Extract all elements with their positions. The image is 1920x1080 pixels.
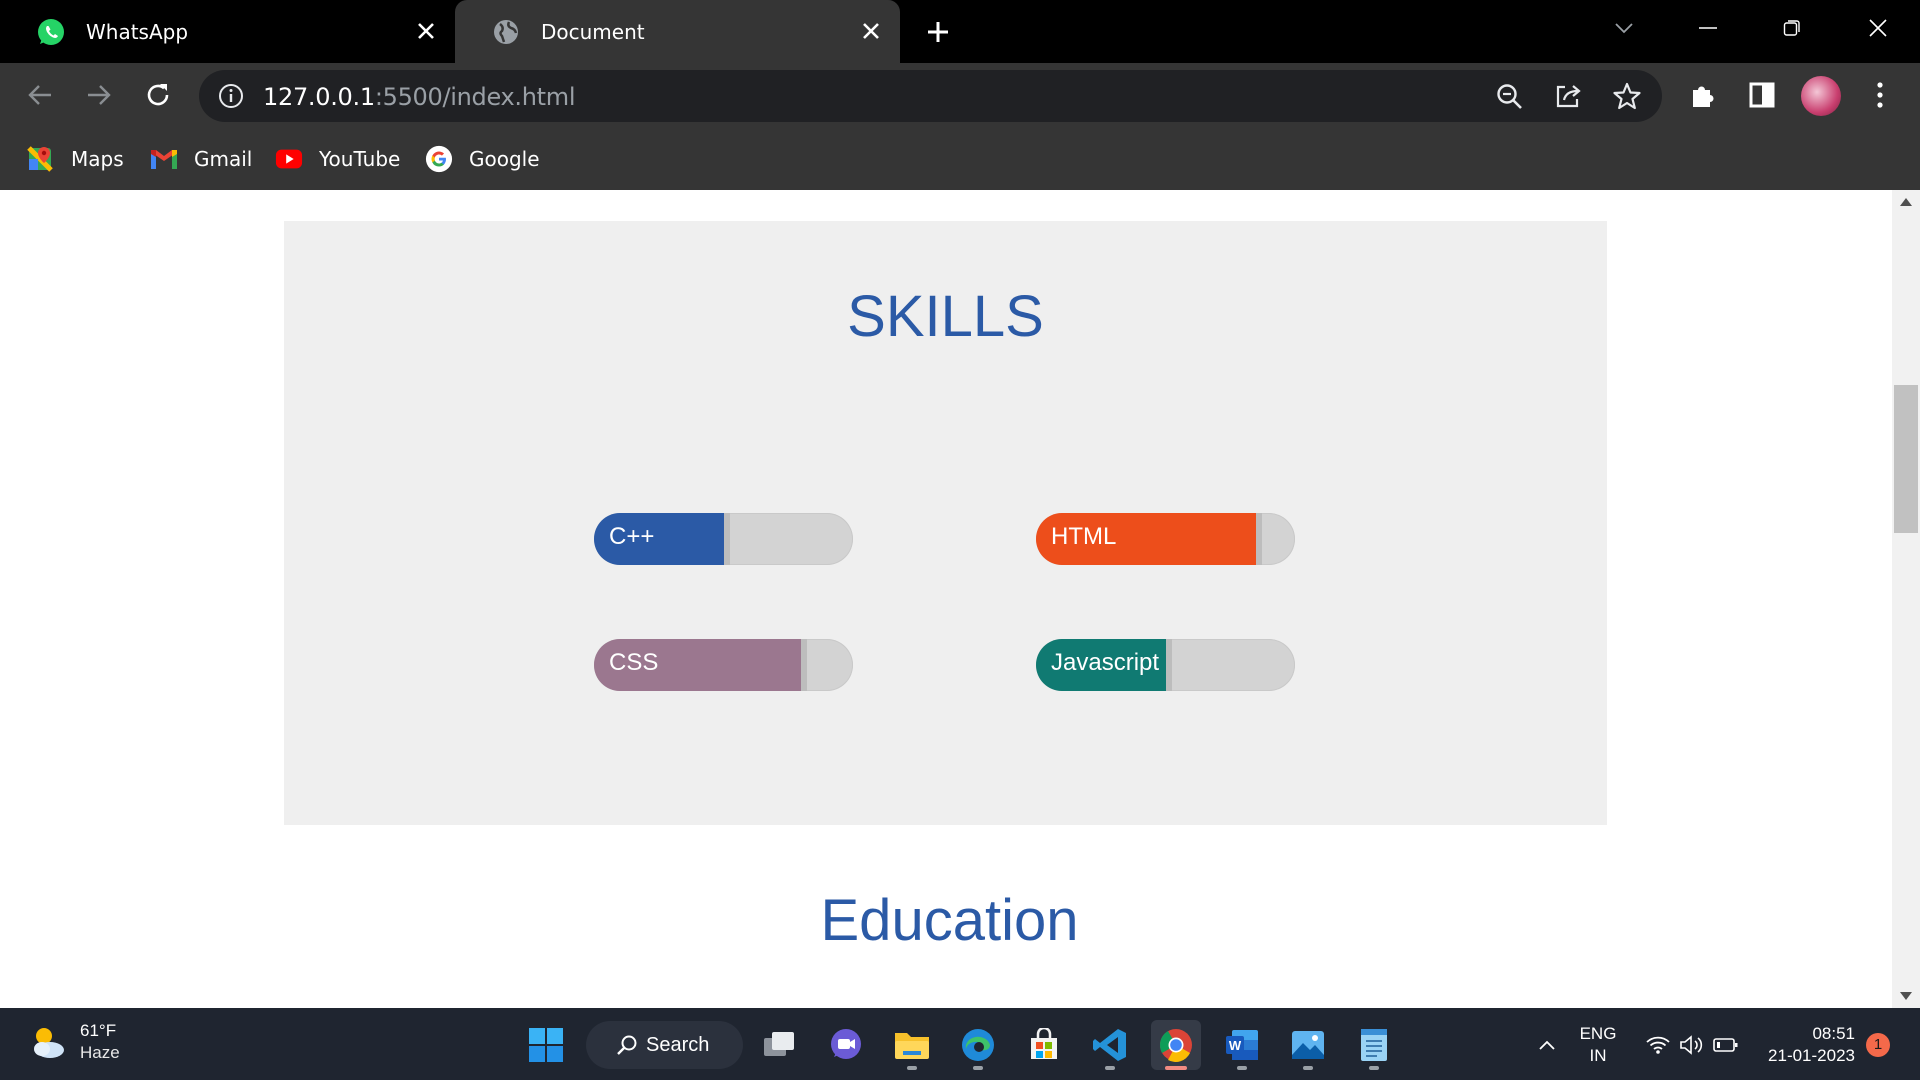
skills-section: SKILLS C++ HTML CSS Javascript: [284, 221, 1607, 825]
taskbar-search[interactable]: Search: [586, 1021, 743, 1069]
profile-avatar[interactable]: [1801, 76, 1841, 116]
url-path: :5500/index.html: [374, 83, 576, 111]
teams-chat-icon[interactable]: [821, 1020, 871, 1070]
extensions-icon[interactable]: [1683, 75, 1723, 115]
partly-cloudy-icon: [34, 1028, 64, 1058]
youtube-icon: [275, 145, 303, 173]
weather-condition: Haze: [80, 1043, 120, 1062]
zoom-icon[interactable]: [1494, 81, 1524, 111]
tab-title: WhatsApp: [86, 19, 189, 44]
page-viewport: SKILLS C++ HTML CSS Javascript Education: [0, 190, 1892, 1008]
skill-bar-javascript: Javascript: [1036, 639, 1295, 691]
globe-icon: [491, 17, 521, 47]
windows-taskbar: 61°F Haze Search W ENG IN 08:51 21-01-20…: [0, 1008, 1920, 1080]
skills-heading: SKILLS: [847, 284, 1044, 349]
bookmark-label: YouTube: [319, 147, 401, 171]
running-indicator: [1237, 1066, 1247, 1070]
running-indicator: [1369, 1066, 1379, 1070]
weather-widget[interactable]: 61°F Haze: [26, 1020, 120, 1064]
close-window-button[interactable]: [1856, 10, 1900, 46]
running-indicator: [907, 1066, 917, 1070]
skill-label: CSS: [609, 649, 659, 676]
notepad-icon[interactable]: [1349, 1020, 1399, 1070]
bookmark-google[interactable]: Google: [425, 143, 540, 175]
battery-icon[interactable]: [1708, 1020, 1744, 1070]
share-icon[interactable]: [1553, 81, 1583, 111]
search-label: Search: [646, 1033, 710, 1056]
skill-bar-cpp: C++: [594, 513, 853, 565]
address-bar[interactable]: 127.0.0.1:5500/index.html: [199, 70, 1662, 122]
chrome-icon[interactable]: [1151, 1020, 1201, 1070]
show-hidden-icons-chevron-icon[interactable]: [1523, 1020, 1571, 1070]
bookmark-gmail[interactable]: Gmail: [150, 143, 252, 175]
tab-whatsapp[interactable]: WhatsApp: [0, 0, 455, 63]
new-tab-button[interactable]: [920, 14, 956, 50]
url-text: 127.0.0.1:5500/index.html: [263, 83, 576, 111]
vscode-icon[interactable]: [1085, 1020, 1135, 1070]
bookmark-youtube[interactable]: YouTube: [275, 143, 400, 175]
browser-toolbar: 127.0.0.1:5500/index.html: [0, 63, 1920, 128]
photos-icon[interactable]: [1283, 1020, 1333, 1070]
gmail-icon: [150, 145, 178, 173]
menu-icon[interactable]: [1860, 75, 1900, 115]
skill-label: C++: [609, 523, 655, 550]
notification-badge[interactable]: 1: [1866, 1033, 1890, 1057]
skill-bar-css: CSS: [594, 639, 853, 691]
bookmarks-bar: Maps Gmail YouTube Google: [0, 128, 1920, 190]
clock-time: 08:51: [1812, 1024, 1855, 1043]
tab-document[interactable]: Document: [455, 0, 900, 63]
close-tab-icon[interactable]: [858, 18, 884, 44]
file-explorer-icon[interactable]: [887, 1020, 937, 1070]
task-view-icon[interactable]: [755, 1020, 805, 1070]
google-maps-icon: [27, 145, 55, 173]
weather-temperature: 61°F: [80, 1021, 117, 1040]
skill-label: Javascript: [1051, 649, 1160, 676]
skill-label: HTML: [1051, 523, 1117, 550]
close-tab-icon[interactable]: [413, 18, 439, 44]
language-indicator[interactable]: ENG IN: [1576, 1023, 1620, 1067]
scroll-thumb[interactable]: [1894, 385, 1918, 533]
edge-icon[interactable]: [953, 1020, 1003, 1070]
reload-button[interactable]: [138, 75, 178, 115]
side-panel-icon[interactable]: [1742, 75, 1782, 115]
windows-start-icon[interactable]: [521, 1020, 571, 1070]
bookmark-star-icon[interactable]: [1612, 81, 1642, 111]
active-indicator: [1165, 1066, 1187, 1070]
minimize-button[interactable]: [1686, 10, 1730, 46]
language-code: ENG: [1579, 1024, 1617, 1043]
word-icon[interactable]: W: [1217, 1020, 1267, 1070]
bookmark-label: Google: [469, 147, 540, 171]
tab-strip: WhatsApp Document: [0, 0, 1920, 63]
search-icon: [617, 1035, 637, 1055]
running-indicator: [973, 1066, 983, 1070]
restore-button[interactable]: [1770, 10, 1814, 46]
tab-search-icon[interactable]: [1602, 10, 1646, 46]
bookmark-label: Maps: [71, 147, 124, 171]
scroll-down-arrow-icon[interactable]: [1900, 992, 1912, 1000]
scroll-up-arrow-icon[interactable]: [1900, 198, 1912, 206]
education-heading: Education: [820, 888, 1079, 953]
svg-text:W: W: [1229, 1038, 1242, 1053]
region-code: IN: [1589, 1046, 1607, 1065]
whatsapp-icon: [36, 17, 66, 47]
google-icon: [425, 145, 453, 173]
site-info-icon[interactable]: [217, 82, 245, 110]
volume-icon[interactable]: [1674, 1020, 1710, 1070]
page-scrollbar[interactable]: [1892, 190, 1920, 1008]
clock-date: 21-01-2023: [1768, 1046, 1855, 1065]
running-indicator: [1105, 1066, 1115, 1070]
bookmark-label: Gmail: [194, 147, 253, 171]
running-indicator: [1303, 1066, 1313, 1070]
skill-bar-html: HTML: [1036, 513, 1295, 565]
clock[interactable]: 08:51 21-01-2023: [1755, 1023, 1855, 1067]
wifi-icon[interactable]: [1640, 1020, 1676, 1070]
back-button[interactable]: [20, 75, 60, 115]
forward-button[interactable]: [79, 75, 119, 115]
tab-title: Document: [541, 19, 645, 44]
microsoft-store-icon[interactable]: [1019, 1020, 1069, 1070]
bookmark-maps[interactable]: Maps: [27, 143, 124, 175]
url-host: 127.0.0.1: [263, 83, 375, 111]
